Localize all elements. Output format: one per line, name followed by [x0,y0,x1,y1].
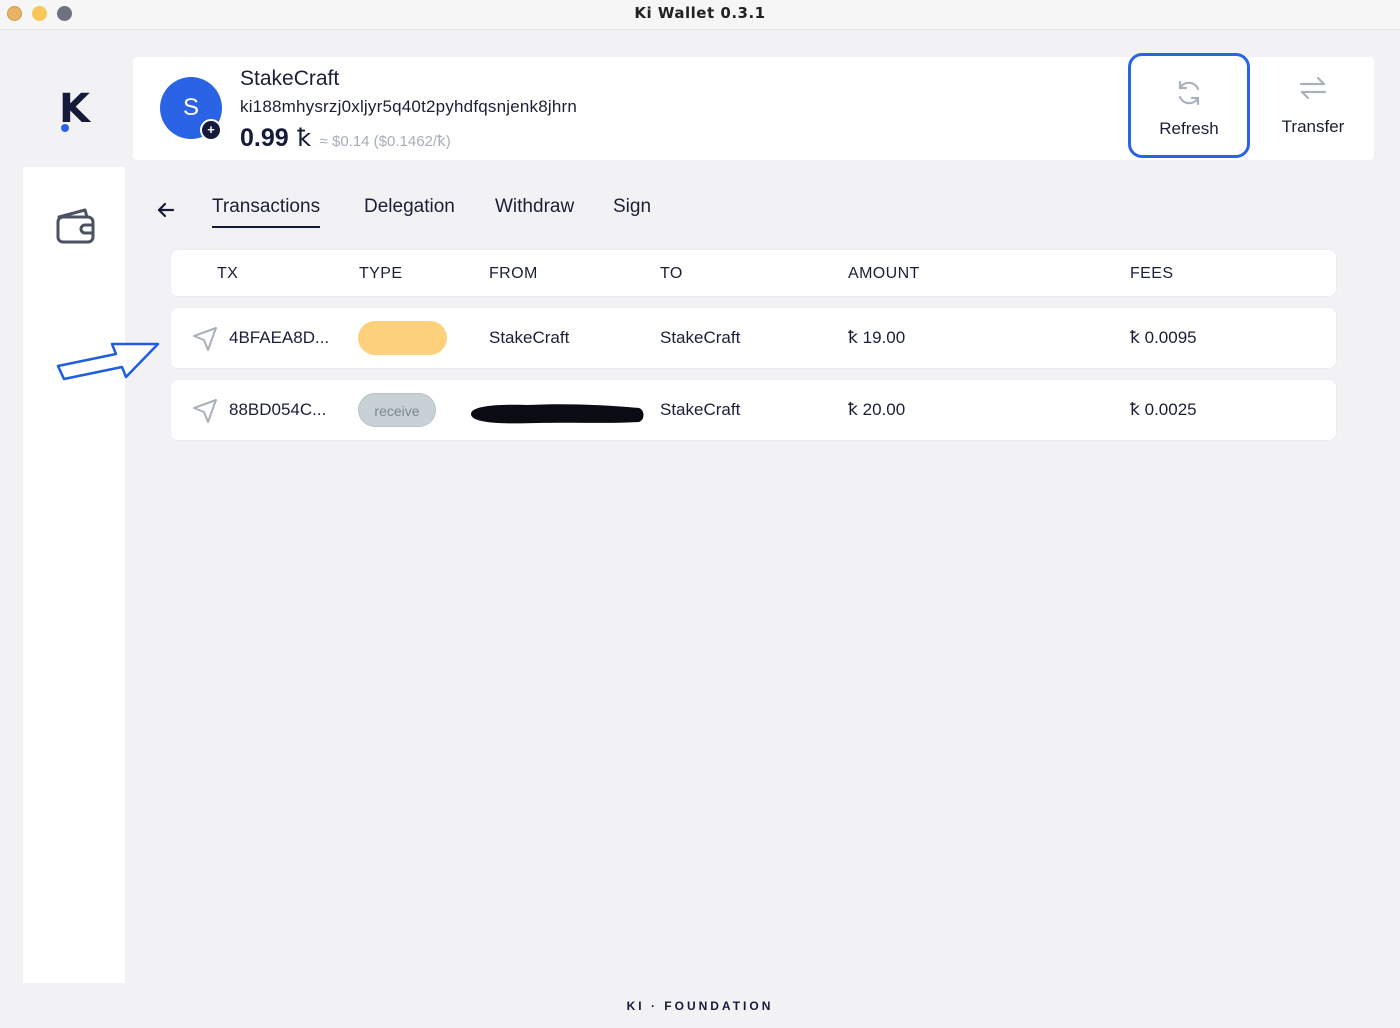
redacted-address-mark [471,404,644,424]
send-tx-icon [193,327,217,351]
refresh-button[interactable]: Refresh [1128,53,1250,158]
tx-fees: ꝁ 0.0095 [1130,328,1197,347]
tab-delegation[interactable]: Delegation [364,196,455,226]
column-header-to: TO [660,265,683,282]
tab-withdraw[interactable]: Withdraw [495,196,574,226]
send-tx-icon [193,399,217,423]
back-arrow-icon[interactable] [155,199,177,221]
tx-to: StakeCraft [660,400,741,419]
transactions-table-header: TX TYPE FROM TO AMOUNT FEES [170,249,1337,297]
currency-symbol: ꝁ [297,125,312,152]
transfer-label: Transfer [1281,117,1345,136]
annotation-arrow-icon [56,342,160,381]
window-title: Ki Wallet 0.3.1 [634,4,766,22]
title-bar: Ki Wallet 0.3.1 [0,0,1400,30]
wallet-icon[interactable] [55,207,97,245]
account-address[interactable]: ki188mhysrzj0xljyr5q40t2pyhdfqsnjenk8jhr… [240,97,577,117]
column-header-from: FROM [489,265,538,282]
tab-transactions[interactable]: Transactions [212,196,321,228]
footer-brand: KI · FOUNDATION [626,999,774,1013]
tx-fees: ꝁ 0.0025 [1130,400,1197,419]
column-header-amount: AMOUNT [848,265,920,282]
tx-type-badge: receive [358,393,436,427]
app-logo: K [55,86,99,136]
transfer-button[interactable]: Transfer [1252,53,1374,158]
tx-amount: ꝁ 20.00 [848,400,906,419]
balance-value: 0.99 [240,124,289,152]
refresh-icon [1178,80,1200,106]
column-header-tx: TX [217,265,239,282]
column-header-type: TYPE [359,265,403,282]
tx-hash: 88BD054C... [229,400,327,419]
balance-line: 0.99 ꝁ ≈ $0.14 ($0.1462/ꝁ) [240,124,451,153]
refresh-label: Refresh [1159,119,1219,138]
tx-to: StakeCraft [660,328,741,347]
account-header: S + StakeCraft ki188mhysrzj0xljyr5q40t2p… [133,53,1374,160]
tx-type-badge [358,321,447,355]
tx-hash: 4BFAEA8D... [229,328,330,347]
account-name: StakeCraft [240,67,340,90]
tab-sign[interactable]: Sign [613,196,651,226]
transfer-icon [1299,76,1327,100]
table-row[interactable]: 88BD054C... receive StakeCraft ꝁ 20.00 ꝁ… [170,379,1337,441]
column-header-fees: FEES [1130,265,1174,282]
table-row[interactable]: 4BFAEA8D... StakeCraft StakeCraft ꝁ 19.0… [170,307,1337,369]
tx-from: StakeCraft [489,328,570,347]
logo-dot [61,124,69,132]
balance-usd: ≈ $0.14 ($0.1462/ꝁ) [319,133,451,150]
add-account-icon[interactable]: + [200,119,222,141]
tx-amount: ꝁ 19.00 [848,328,906,347]
sidebar [23,167,125,983]
